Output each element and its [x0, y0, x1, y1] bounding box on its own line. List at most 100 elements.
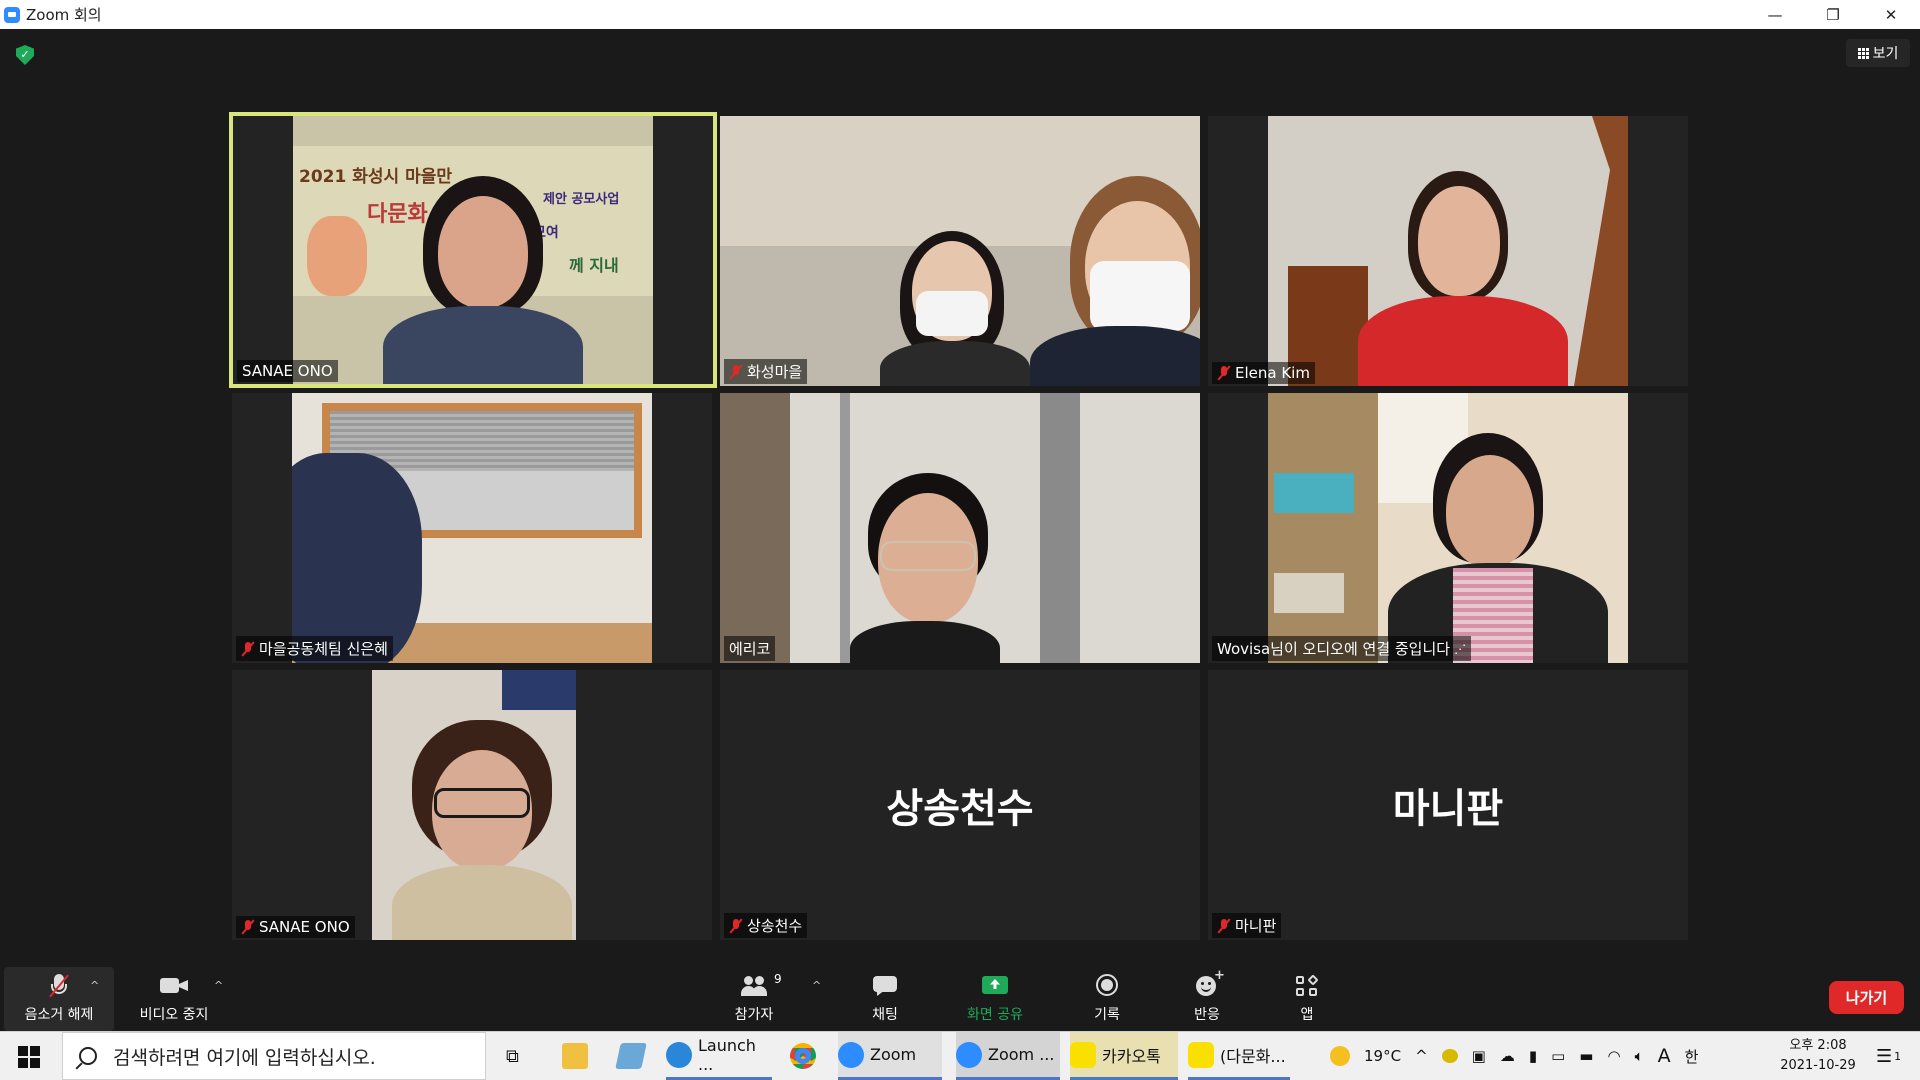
share-screen-button[interactable]: 화면 공유: [950, 967, 1040, 1031]
wifi-icon[interactable]: ◠: [1607, 1047, 1620, 1065]
notepad-icon[interactable]: [615, 1032, 650, 1080]
participant-name-tag: SANAE ONO: [237, 360, 338, 382]
mic-muted-icon: [1217, 918, 1231, 934]
taskbar-item-kakaotalk-chat[interactable]: (다문화...: [1188, 1032, 1290, 1080]
chat-icon: [871, 974, 899, 998]
video-feed: [372, 670, 576, 940]
record-label: 기록: [1094, 1007, 1120, 1023]
taskbar-item-label: Zoom: [870, 1045, 917, 1064]
battery-icon[interactable]: ▬: [1579, 1047, 1593, 1065]
taskbar-item-label: Zoom ...: [988, 1045, 1055, 1064]
video-feed: [720, 116, 1200, 386]
notification-count: 1: [1894, 1049, 1902, 1063]
taskbar-item-zoom-meeting[interactable]: Zoom ...: [956, 1032, 1060, 1080]
banner-text: 제안 공모사업: [543, 192, 620, 207]
participant-name-tag: 마니판: [1212, 913, 1282, 938]
stop-video-button[interactable]: 비디오 중지: [124, 967, 224, 1031]
video-tile[interactable]: 에리코: [720, 393, 1200, 663]
video-tile[interactable]: 화성마을: [720, 116, 1200, 386]
shield-check-icon[interactable]: ✓: [16, 45, 34, 65]
participants-icon: 9: [740, 972, 782, 998]
taskbar-item-zoom[interactable]: Zoom: [838, 1032, 942, 1080]
file-explorer-icon[interactable]: [562, 1032, 594, 1080]
participant-name: 마을공동체팀 신은혜: [259, 640, 388, 658]
record-button[interactable]: 기록: [1072, 967, 1142, 1031]
unmute-button[interactable]: 음소거 해제: [4, 967, 114, 1031]
weather-icon[interactable]: [1330, 1046, 1350, 1066]
video-tile[interactable]: SANAE ONO: [232, 670, 712, 940]
video-feed: [292, 393, 652, 663]
search-placeholder: 검색하려면 여기에 입력하십시오.: [113, 1046, 376, 1069]
participant-name: 마니판: [1235, 917, 1277, 935]
view-button[interactable]: 보기: [1846, 39, 1910, 67]
participant-name: Wovisa님이 오디오에 연결 중입니다: [1217, 640, 1451, 658]
minimize-button[interactable]: —: [1746, 0, 1804, 29]
taskbar-clock[interactable]: 오후 2:08 2021-10-29: [1758, 1036, 1878, 1076]
video-camera-icon: [160, 974, 188, 998]
participant-name: 상송천수: [747, 917, 803, 935]
video-tile[interactable]: 2021 화성시 마을만 제안 공모사업 다문화 모여 께 지내 SANAE O…: [229, 112, 717, 388]
participants-button[interactable]: 9 참가자: [718, 967, 790, 1031]
video-tile[interactable]: 상송천수 상송천수: [720, 670, 1200, 940]
kakaotalk-tray-icon[interactable]: [1441, 1049, 1458, 1063]
participant-name-tag: 화성마을: [724, 359, 808, 384]
window-title: Zoom 회의: [26, 6, 102, 24]
participant-name: 화성마을: [747, 363, 803, 381]
participant-name: 에리코: [729, 640, 771, 658]
microphone-icon[interactable]: ▮: [1529, 1047, 1537, 1065]
participant-name-tag: Elena Kim: [1212, 362, 1315, 384]
taskbar-item-kakaotalk[interactable]: 카카오톡: [1070, 1032, 1178, 1080]
taskbar-search-input[interactable]: 검색하려면 여기에 입력하십시오.: [62, 1032, 486, 1080]
meeting-area: ✓ 보기 2021 화성시 마을만 제안 공모사업 다문화 모여 께 지내 SA…: [0, 29, 1920, 967]
chevron-up-icon[interactable]: ^: [1415, 1047, 1428, 1065]
volume-icon[interactable]: 🔈︎: [1635, 1047, 1644, 1065]
video-tile[interactable]: Elena Kim: [1208, 116, 1688, 386]
chat-button[interactable]: 채팅: [850, 967, 920, 1031]
grid-icon: [1857, 47, 1869, 59]
kakaotalk-icon: [1188, 1041, 1214, 1068]
participants-options-caret[interactable]: ^: [812, 979, 821, 992]
clock-time: 오후 2:08: [1789, 1038, 1847, 1053]
restore-button[interactable]: ❐: [1804, 0, 1862, 29]
video-feed: [1268, 393, 1628, 663]
share-screen-label: 화면 공유: [967, 1007, 1023, 1023]
view-button-label: 보기: [1872, 46, 1899, 62]
banner-text: 2021 화성시 마을만: [299, 167, 452, 187]
video-tile[interactable]: 마니판 마니판: [1208, 670, 1688, 940]
meet-now-icon[interactable]: ▣: [1472, 1047, 1486, 1065]
record-icon: [1093, 974, 1121, 998]
meeting-toolbar: 음소거 해제 ^ 비디오 중지 ^ 9 참가자 ^ 채팅 화면 공유 기록 + …: [0, 967, 1920, 1031]
more-options-icon[interactable]: ⋰: [1454, 642, 1466, 656]
taskbar-item-edge[interactable]: Launch ...: [666, 1032, 772, 1080]
task-view-icon[interactable]: ⧉: [506, 1032, 519, 1080]
notification-center-icon[interactable]: ☰ 1: [1876, 1032, 1901, 1080]
smiley-plus-icon: +: [1193, 968, 1225, 998]
participant-display-name: 마니판: [1392, 786, 1504, 832]
video-options-caret[interactable]: ^: [214, 979, 223, 992]
apps-button[interactable]: 앱: [1272, 967, 1342, 1031]
chrome-icon[interactable]: [790, 1032, 822, 1080]
taskbar-item-label: (다문화...: [1220, 1046, 1286, 1066]
windows-start-icon[interactable]: [18, 1046, 40, 1068]
reactions-button[interactable]: + 반응: [1172, 967, 1242, 1031]
ime-language-indicator[interactable]: 한: [1685, 1046, 1699, 1067]
video-tile[interactable]: 마을공동체팀 신은혜: [232, 393, 712, 663]
zoom-icon: [956, 1041, 982, 1068]
ime-mode-indicator[interactable]: A: [1658, 1045, 1671, 1067]
zoom-window: Zoom 회의 — ❐ ✕ ✓ 보기 2021 화성시 마을만 제안 공모사업 …: [0, 0, 1920, 1080]
cloud-icon[interactable]: ☁: [1500, 1047, 1515, 1065]
participant-name-tag: 마을공동체팀 신은혜: [236, 636, 393, 661]
banner-text: 다문화: [367, 202, 428, 227]
weather-temperature[interactable]: 19°C: [1364, 1047, 1401, 1065]
participant-name-tag: 에리코: [724, 636, 776, 661]
mic-muted-icon: [241, 919, 255, 935]
stop-video-label: 비디오 중지: [139, 1007, 209, 1023]
display-icon[interactable]: ▭: [1551, 1047, 1565, 1065]
audio-options-caret[interactable]: ^: [90, 979, 99, 992]
video-tile[interactable]: Wovisa님이 오디오에 연결 중입니다 ⋰: [1208, 393, 1688, 663]
close-button[interactable]: ✕: [1862, 0, 1920, 29]
leave-button[interactable]: 나가기: [1829, 981, 1904, 1014]
mic-muted-icon: [729, 918, 743, 934]
video-feed: [1268, 116, 1628, 386]
apps-label: 앱: [1300, 1007, 1314, 1023]
